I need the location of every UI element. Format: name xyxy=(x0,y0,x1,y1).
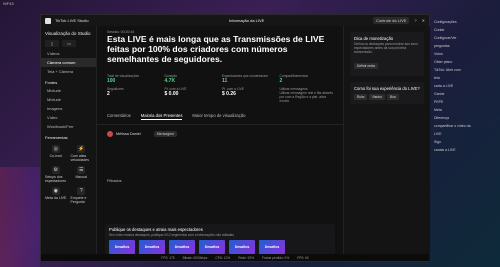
source-item[interactable]: Mixtude xyxy=(41,95,96,104)
sources-header: Fontes xyxy=(45,80,58,85)
rating-bad-button[interactable]: Ruim xyxy=(354,94,368,100)
source-item[interactable]: Imagens xyxy=(41,104,96,113)
tab-comments[interactable]: Comentários xyxy=(107,113,131,120)
viewer-name: Mélissa Daniel xyxy=(116,132,141,136)
background-side-panel: Configurações Contar Configurar/Ver perg… xyxy=(434,20,471,152)
mobile-icon[interactable]: ▯ xyxy=(45,40,59,47)
highlight-thumbnail[interactable]: Desafios xyxy=(139,240,165,254)
app-logo-icon xyxy=(45,17,51,24)
tool-setup[interactable]: ⚙ Setups dos espectadores xyxy=(45,166,67,183)
rating-neutral-button[interactable]: Neutro xyxy=(369,94,386,100)
stat-tile: Seguidores 2 xyxy=(107,87,124,97)
window-center-title: Informação da LIVE xyxy=(229,18,265,23)
avatar xyxy=(107,131,113,137)
stat-tile: Pt. com a LIVE $ 0.00 xyxy=(164,87,187,97)
rating-good-button[interactable]: Boa xyxy=(387,94,399,100)
source-item[interactable]: Wordbook/Ferr xyxy=(41,122,96,131)
left-sidebar: Visualização do Studio ▯ ▭ Vídeos Câmera… xyxy=(41,26,97,261)
status-fps-out: FPS: 60 xyxy=(297,255,309,260)
filter-label[interactable]: Filtrados xyxy=(107,179,122,183)
highlight-thumbnail[interactable]: Desafios xyxy=(229,240,255,254)
tools-header: Ferramentas xyxy=(45,135,68,140)
app-title: TikTok LIVE Studio xyxy=(55,18,89,23)
close-icon[interactable]: ✕ xyxy=(422,18,425,23)
tool-co-host[interactable]: ◎ Co-host xyxy=(45,145,67,162)
right-panel: Dica de monetização Defina os destaques … xyxy=(343,26,430,261)
status-bitrate: Bitrate: 6000kbps xyxy=(182,255,208,260)
highlights-card: Publique os destaques e atraia mais espe… xyxy=(105,224,335,258)
setup-icon: ⚙ xyxy=(51,166,60,174)
background-gradient xyxy=(0,167,40,267)
scene-videos[interactable]: Vídeos xyxy=(41,49,96,58)
stat-tile: Total de visualizações 100 xyxy=(107,74,140,84)
desktop-icon[interactable]: ▭ xyxy=(62,40,76,47)
message-button[interactable]: Mensagem xyxy=(153,131,178,137)
tab-watch-time[interactable]: Maior tempo de visualização xyxy=(192,113,245,120)
viewer-tabs: Comentários Maioria dos Presentes Maior … xyxy=(97,109,343,125)
scene-screen-camera[interactable]: Tela + Câmera xyxy=(41,67,96,76)
stats-grid: Total de visualizações 100 Duração 4.7K Es… xyxy=(97,68,343,109)
highlight-thumbnail[interactable]: Desafios xyxy=(259,240,285,254)
viewer-row: Mélissa Daniel Mensagem xyxy=(97,125,343,143)
set-goal-button[interactable]: Definir meta xyxy=(354,63,378,69)
status-fps: FPS: 175 xyxy=(161,255,175,260)
co-host-icon: ◎ xyxy=(51,145,60,153)
stat-tile: Pt. com a LIVE $ 0.26 xyxy=(222,87,244,97)
tool-poll[interactable]: ? Enquete e Pergunta xyxy=(71,187,93,204)
tool-manual[interactable]: ☰ Manual xyxy=(71,166,93,183)
stat-tile: Espectadores que comentaram 11 xyxy=(222,74,268,84)
tool-target[interactable]: ◉ Meta da LIVE xyxy=(45,187,67,204)
studio-preview-header: Visualização do Studio xyxy=(45,31,91,36)
status-cpu: CPU: 12% xyxy=(215,255,231,260)
target-icon: ◉ xyxy=(51,187,60,195)
stat-tile: Utilizar mensagens Utilizar mensagem rest… xyxy=(279,87,334,103)
stat-tile: Compartilhamentos 2 xyxy=(279,74,309,84)
scene-camera[interactable]: Câmera comum xyxy=(41,58,96,67)
title-bar: TikTok LIVE Studio Informação da LIVE Co… xyxy=(41,15,429,26)
feedback-card: Como foi sua experiência do LIVE? Ruim N… xyxy=(350,82,424,104)
highlight-thumbnail[interactable]: Desafios xyxy=(109,240,135,254)
help-icon[interactable]: ? xyxy=(414,18,416,23)
speed-icon: ⚡ xyxy=(77,145,86,153)
status-dropped: Frame perdido: 0% xyxy=(262,255,290,260)
source-item[interactable]: Mixtude xyxy=(41,86,96,95)
live-info-panel: Sessão: 00:20:44 Esta LIVE é mais longa … xyxy=(97,26,343,261)
live-control-button[interactable]: Controle da LIVE xyxy=(372,17,410,24)
poll-icon: ? xyxy=(77,187,86,195)
highlight-thumbnail[interactable]: Desafios xyxy=(169,240,195,254)
monetization-tip-card: Dica de monetização Defina os destaques … xyxy=(350,32,424,76)
app-window: TikTok LIVE Studio Informação da LIVE Co… xyxy=(40,14,430,262)
status-network: Rede: 92% xyxy=(238,255,255,260)
corner-tag: WF45 xyxy=(3,1,14,6)
stat-tile: Duração 4.7K xyxy=(164,74,177,84)
source-item[interactable]: Vídeo xyxy=(41,113,96,122)
manual-icon: ☰ xyxy=(77,166,86,174)
highlights-title: Publique os destaques e atraia mais espe… xyxy=(109,227,203,232)
summary-banner: Sessão: 00:20:44 Esta LIVE é mais longa … xyxy=(97,26,343,68)
tab-gifts[interactable]: Maioria dos Presentes xyxy=(140,113,183,120)
highlight-thumbnail[interactable]: Desafios xyxy=(199,240,225,254)
tool-speed[interactable]: ⚡ Com altas velocidades xyxy=(71,145,93,162)
summary-headline: Esta LIVE é mais longa que as Transmissõ… xyxy=(107,34,325,64)
status-bar: FPS: 175 Bitrate: 6000kbps CPU: 12% Rede… xyxy=(41,254,429,261)
